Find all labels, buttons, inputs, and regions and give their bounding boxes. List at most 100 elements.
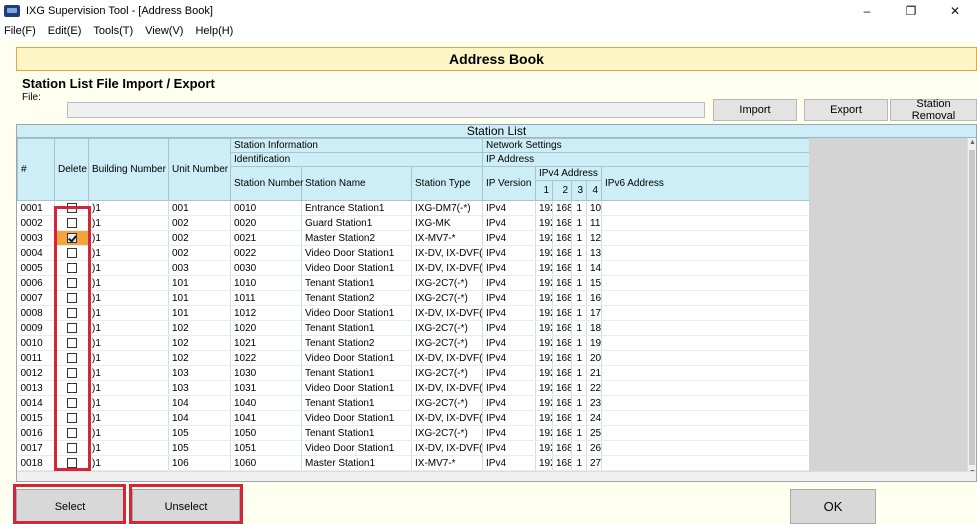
file-path-field[interactable] [67, 102, 705, 118]
table-row[interactable]: 0017)1 105 1051 Video Door Station1 IX-DV, I… [17, 440, 810, 456]
station-type: IXG-2C7(-*) [411, 335, 483, 351]
ipv4-octet-2: 168 [552, 260, 572, 276]
ipv6-address [601, 290, 810, 306]
ipv4-octet-2: 168 [552, 410, 572, 426]
delete-checkbox[interactable] [67, 202, 77, 213]
restore-icon[interactable]: ❐ [889, 0, 933, 22]
ipv6-address [601, 245, 810, 261]
station-name: Entrance Station1 [301, 200, 412, 216]
ok-button[interactable]: OK [790, 489, 876, 524]
ipv4-octet-2: 168 [552, 365, 572, 381]
delete-checkbox[interactable] [67, 397, 77, 408]
table-row[interactable]: 0004)1 002 0022 Video Door Station1 IX-DV, I… [17, 245, 810, 261]
table-row[interactable]: 0014)1 104 1040 Tenant Station1 IXG-2C7(-*) I… [17, 395, 810, 411]
table-row[interactable]: 0007)1 101 1011 Tenant Station2 IXG-2C7(-*) I… [17, 290, 810, 306]
delete-checkbox[interactable] [67, 412, 77, 423]
col-header-ip-version: IP Version [482, 166, 536, 201]
delete-checkbox[interactable] [67, 382, 77, 393]
unselect-button[interactable]: Unselect [132, 489, 240, 524]
table-row[interactable]: 0012)1 103 1030 Tenant Station1 IXG-2C7(-*) I… [17, 365, 810, 381]
building-number: )1 [88, 335, 169, 351]
table-row[interactable]: 0006)1 101 1010 Tenant Station1 IXG-2C7(-*) I… [17, 275, 810, 291]
select-button[interactable]: Select [16, 489, 124, 524]
close-icon[interactable]: ✕ [933, 0, 977, 22]
ipv4-octet-4: 13 [586, 245, 602, 261]
delete-checkbox[interactable] [67, 367, 77, 378]
table-row[interactable]: 0013)1 103 1031 Video Door Station1 IX-DV, I… [17, 380, 810, 396]
unit-number: 102 [168, 320, 231, 336]
ipv4-octet-1: 192 [535, 290, 553, 306]
ipv6-address [601, 380, 810, 396]
ipv6-address [601, 200, 810, 216]
row-number: 0008 [17, 305, 55, 321]
minimize-icon[interactable]: – [845, 0, 889, 22]
ipv4-octet-1: 192 [535, 275, 553, 291]
station-removal-button[interactable]: Station Removal [890, 98, 977, 122]
window-title: IXG Supervision Tool - [Address Book] [26, 5, 213, 17]
delete-cell [54, 305, 89, 321]
table-row[interactable]: 0015)1 104 1041 Video Door Station1 IX-DV, I… [17, 410, 810, 426]
station-number: 1012 [230, 305, 302, 321]
vertical-scrollbar[interactable]: ▲ ▼ [967, 138, 976, 478]
col-header-octet-3: 3 [571, 180, 587, 201]
col-header-delete: Delete [54, 138, 89, 201]
ipv4-octet-1: 192 [535, 230, 553, 246]
row-number: 0014 [17, 395, 55, 411]
table-row[interactable]: 0005)1 003 0030 Video Door Station1 IX-DV, I… [17, 260, 810, 276]
unit-number: 102 [168, 335, 231, 351]
menu-view[interactable]: View(V) [145, 25, 183, 37]
table-row[interactable]: 0018)1 106 1060 Master Station1 IX-MV7-* IPv4… [17, 455, 810, 471]
delete-checkbox[interactable] [67, 277, 77, 288]
ip-version: IPv4 [482, 245, 536, 261]
delete-checkbox[interactable] [67, 307, 77, 318]
ipv4-octet-4: 18 [586, 320, 602, 336]
table-row[interactable]: 0011)1 102 1022 Video Door Station1 IX-DV, I… [17, 350, 810, 366]
import-button[interactable]: Import [713, 99, 797, 121]
station-type: IXG-DM7(-*) [411, 200, 483, 216]
export-button[interactable]: Export [804, 99, 888, 121]
ipv6-address [601, 215, 810, 231]
delete-checkbox[interactable] [67, 262, 77, 273]
ip-version: IPv4 [482, 215, 536, 231]
delete-checkbox[interactable] [67, 442, 77, 453]
scroll-up-icon[interactable]: ▲ [968, 138, 976, 148]
delete-checkbox[interactable] [67, 457, 77, 468]
ip-version: IPv4 [482, 320, 536, 336]
table-row[interactable]: 0016)1 105 1050 Tenant Station1 IXG-2C7(-*) I… [17, 425, 810, 441]
horizontal-scrollbar[interactable] [17, 471, 976, 481]
delete-checkbox-checked[interactable] [67, 232, 77, 243]
ipv4-octet-4: 21 [586, 365, 602, 381]
station-type: IX-DV, IX-DVF(-*) [411, 440, 483, 456]
delete-checkbox[interactable] [67, 247, 77, 258]
row-number: 0017 [17, 440, 55, 456]
delete-checkbox[interactable] [67, 322, 77, 333]
table-row[interactable]: 0002)10020020Guard Station1IXG-MKIPv4192… [17, 215, 810, 231]
menu-edit[interactable]: Edit(E) [48, 25, 82, 37]
delete-checkbox[interactable] [67, 352, 77, 363]
menu-help[interactable]: Help(H) [195, 25, 233, 37]
col-header-ipv6: IPv6 Address [601, 166, 810, 201]
delete-checkbox[interactable] [67, 427, 77, 438]
scroll-thumb[interactable] [969, 150, 975, 465]
group-header-ipv4: IPv4 Address [535, 166, 602, 181]
table-row[interactable]: 0008)1 101 1012 Video Door Station1 IX-DV, I… [17, 305, 810, 321]
menu-tools[interactable]: Tools(T) [93, 25, 133, 37]
station-number: 1040 [230, 395, 302, 411]
delete-checkbox[interactable] [67, 337, 77, 348]
delete-cell [54, 365, 89, 381]
ipv4-octet-1: 192 [535, 455, 553, 471]
delete-cell [54, 335, 89, 351]
delete-checkbox[interactable] [67, 292, 77, 303]
ip-version: IPv4 [482, 290, 536, 306]
table-row[interactable]: 0010)1 102 1021 Tenant Station2 IXG-2C7(-*) I… [17, 335, 810, 351]
delete-checkbox[interactable] [67, 217, 77, 228]
table-row[interactable]: 0003)1 002 0021 Master Station2 IX-MV7-* IPv4… [17, 230, 810, 246]
ip-version: IPv4 [482, 425, 536, 441]
ipv4-octet-3: 1 [571, 320, 587, 336]
menu-file[interactable]: File(F) [4, 25, 36, 37]
building-number: )1 [88, 305, 169, 321]
table-row[interactable]: 0001)1 001 0010 Entrance Station1 IXG-DM7(-*… [17, 200, 810, 216]
ipv4-octet-4: 26 [586, 440, 602, 456]
table-row[interactable]: 0009)1 102 1020 Tenant Station1 IXG-2C7(-*) I… [17, 320, 810, 336]
col-header-octet-1: 1 [535, 180, 553, 201]
